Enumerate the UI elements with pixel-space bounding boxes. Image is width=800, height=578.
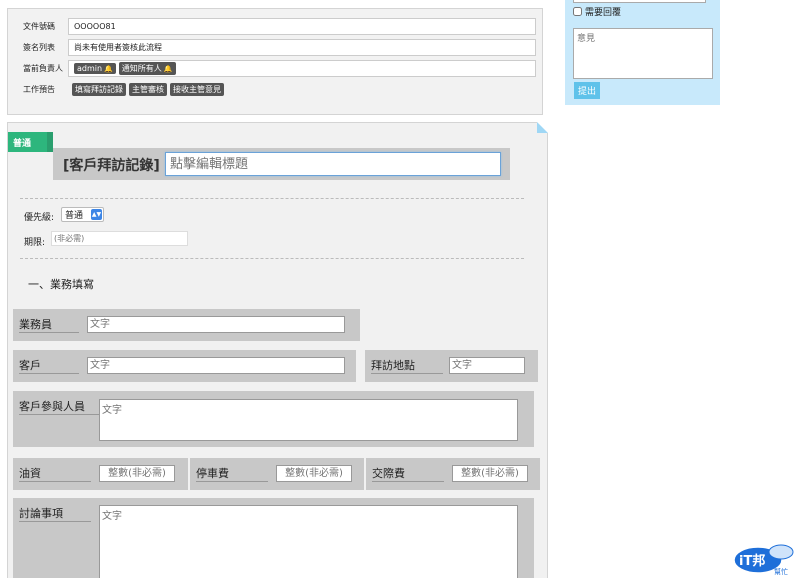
visit-location-label: 拜訪地點 [371, 359, 415, 372]
work-preview-row: 工作預告 填寫拜訪記錄 主管審核 接收主管意見 [15, 81, 536, 98]
customer-attendees-field: 客戶參與人員 [13, 391, 534, 447]
owner-chip-notify-all[interactable]: 通知所有人 🔔 [118, 62, 176, 75]
label-underline [19, 373, 79, 374]
fuel-label: 油資 [19, 467, 41, 480]
visit-record-form: 普通 [客戶拜訪記錄] 優先級: 普通 ▲▼ 期限: 一、業務填寫 業務員 客戶… [7, 122, 548, 578]
section-heading: 一、業務填寫 [28, 278, 94, 291]
discussion-textarea[interactable] [99, 505, 518, 578]
discussion-label: 討論事項 [19, 507, 63, 520]
divider [20, 258, 524, 259]
current-owner-row: 當前負責人 admin 🔔 通知所有人 🔔 [15, 60, 536, 77]
step-chip-receive-opinion: 接收主管意見 [170, 83, 224, 96]
doc-number-text: OOOOO81 [74, 22, 116, 31]
step-chip-fill-record: 填寫拜訪記錄 [72, 83, 126, 96]
doc-number-label: 文件號碼 [23, 22, 55, 31]
owner-chip-admin-label: admin [77, 64, 103, 73]
title-input[interactable] [165, 152, 501, 176]
salesperson-field: 業務員 [13, 309, 360, 341]
current-owner-value: admin 🔔 通知所有人 🔔 [68, 60, 536, 77]
owner-chip-admin[interactable]: admin 🔔 [74, 63, 116, 74]
label-underline [196, 481, 268, 482]
doc-number-row: 文件號碼 OOOOO81 [15, 18, 536, 35]
submit-button[interactable]: 提出 [574, 82, 601, 99]
work-preview-value: 填寫拜訪記錄 主管審核 接收主管意見 [68, 81, 536, 98]
doc-number-value: OOOOO81 [68, 18, 536, 35]
page-corner-fold [537, 122, 548, 133]
entertainment-label: 交際費 [372, 467, 405, 480]
priority-select-value: 普通 [65, 211, 84, 221]
entertainment-input[interactable] [452, 465, 528, 482]
customer-field: 客戶 [13, 350, 356, 382]
signature-list-row: 簽名列表 尚未有使用者簽核此流程 [15, 39, 536, 56]
title-band: [客戶拜訪記錄] [53, 148, 510, 180]
fuel-input[interactable] [99, 465, 175, 482]
customer-attendees-label: 客戶參與人員 [19, 400, 85, 413]
entertainment-field: 交際費 [366, 458, 540, 490]
step-chip-manager-review: 主管審核 [129, 83, 167, 96]
deadline-input[interactable] [51, 231, 188, 246]
visit-location-input[interactable] [449, 357, 525, 374]
priority-select[interactable]: 普通 ▲▼ [61, 207, 104, 222]
label-underline [19, 521, 91, 522]
owner-chip-notify-all-label: 通知所有人 [121, 64, 162, 73]
divider [20, 198, 524, 199]
label-underline [372, 481, 444, 482]
document-info-panel: 文件號碼 OOOOO81 簽名列表 尚未有使用者簽核此流程 當前負責人 admi… [7, 8, 543, 115]
salesperson-label: 業務員 [19, 318, 52, 331]
need-reply-label: 需要回覆 [585, 8, 622, 18]
discussion-field: 討論事項 [13, 498, 534, 578]
logo-sub-text: 幫忙 [774, 567, 788, 576]
need-reply-checkbox[interactable] [573, 7, 582, 16]
fuel-field: 油資 [13, 458, 188, 490]
logo-main-text: iT邦 [739, 553, 765, 569]
priority-label: 優先級: [24, 213, 55, 223]
work-preview-label: 工作預告 [23, 85, 55, 94]
signature-list-label: 簽名列表 [23, 43, 55, 52]
ithelp-logo: iT邦 幫忙 [733, 544, 794, 576]
signature-list-text: 尚未有使用者簽核此流程 [74, 43, 162, 52]
label-underline [19, 414, 99, 415]
bell-icon: 🔔 [104, 64, 113, 73]
customer-attendees-textarea[interactable] [99, 399, 518, 441]
customer-input[interactable] [87, 357, 345, 374]
salesperson-input[interactable] [87, 316, 345, 333]
form-title-prefix: [客戶拜訪記錄] [63, 158, 160, 174]
select-arrows-icon: ▲▼ [91, 209, 102, 220]
label-underline [19, 481, 91, 482]
parking-input[interactable] [276, 465, 352, 482]
bell-icon: 🔔 [163, 64, 173, 73]
deadline-label: 期限: [24, 238, 46, 248]
reply-panel: 需要回覆 提出 [565, 0, 720, 105]
signature-list-value: 尚未有使用者簽核此流程 [68, 39, 536, 56]
visit-location-field: 拜訪地點 [365, 350, 538, 382]
label-underline [371, 373, 443, 374]
need-reply-checkbox-row[interactable]: 需要回覆 [573, 5, 621, 18]
priority-tag: 普通 [8, 132, 53, 152]
label-underline [19, 332, 79, 333]
opinion-textarea[interactable] [573, 28, 713, 79]
reply-top-field[interactable] [573, 0, 706, 3]
parking-label: 停車費 [196, 467, 229, 480]
current-owner-label: 當前負責人 [23, 64, 63, 73]
customer-label: 客戶 [19, 359, 41, 372]
parking-field: 停車費 [190, 458, 364, 490]
